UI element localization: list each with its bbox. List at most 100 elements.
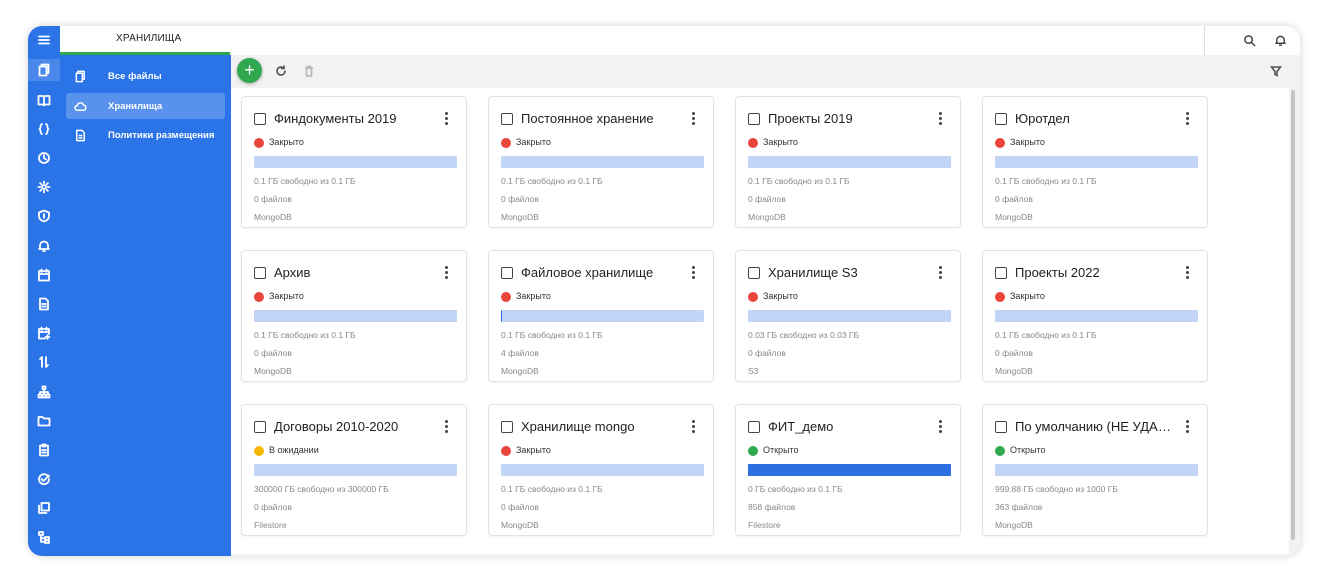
page-title: ХРАНИЛИЩА (116, 33, 182, 44)
storage-title: Хранилище S3 (768, 265, 858, 280)
tree-icon[interactable] (28, 526, 60, 548)
toolbar: + (231, 55, 1300, 88)
file-count: 0 файлов (501, 194, 539, 204)
capacity-text: 0.1 ГБ свободно из 0.1 ГБ (501, 176, 603, 186)
check-circle-icon[interactable] (28, 468, 60, 490)
storage-card[interactable]: Хранилище S3 Закрыто 0.03 ГБ свободно из 0… (735, 250, 961, 382)
bell-icon[interactable] (28, 235, 60, 257)
trash-icon[interactable] (301, 63, 317, 79)
scrollbar[interactable] (1290, 88, 1296, 554)
select-checkbox[interactable] (501, 421, 513, 433)
usage-bar (254, 156, 457, 168)
storage-card[interactable]: Проекты 2019 Закрыто 0.1 ГБ свободно из 0.… (735, 96, 961, 228)
select-checkbox[interactable] (501, 113, 513, 125)
transfer-icon[interactable] (28, 351, 60, 373)
storage-card[interactable]: Финдокументы 2019 Закрыто 0.1 ГБ свободно … (241, 96, 467, 228)
more-options-icon[interactable] (1185, 266, 1191, 280)
storage-card[interactable]: Архив Закрыто 0.1 ГБ свободно из 0.1 ГБ 0 ф… (241, 250, 467, 382)
status-label: Закрыто (763, 291, 798, 301)
more-options-icon[interactable] (938, 112, 944, 126)
more-options-icon[interactable] (444, 266, 450, 280)
cloud-icon (74, 101, 87, 111)
select-checkbox[interactable] (254, 267, 266, 279)
shield-icon[interactable] (28, 205, 60, 227)
more-options-icon[interactable] (691, 420, 697, 434)
select-checkbox[interactable] (254, 113, 266, 125)
more-options-icon[interactable] (691, 112, 697, 126)
more-options-icon[interactable] (938, 266, 944, 280)
clipboard-icon[interactable] (28, 439, 60, 461)
search-icon[interactable] (1240, 31, 1258, 49)
storage-title: Постоянное хранение (521, 111, 654, 126)
usage-bar (501, 156, 704, 168)
capacity-text: 0.1 ГБ свободно из 0.1 ГБ (748, 176, 850, 186)
gear-icon[interactable] (28, 176, 60, 198)
sidebar-item-storages[interactable]: Хранилища (66, 93, 225, 119)
top-bar: ХРАНИЛИЩА A (60, 26, 1300, 55)
sidebar-item-label: Все файлы (108, 70, 162, 82)
calendar-add-icon[interactable] (28, 322, 60, 344)
storage-backend: MongoDB (254, 212, 292, 222)
storage-backend: MongoDB (748, 212, 786, 222)
status-dot (748, 446, 758, 456)
sidebar-item-placement-policies[interactable]: Политики размещения (66, 122, 225, 148)
capacity-text: 0.03 ГБ свободно из 0.03 ГБ (748, 330, 860, 340)
file-count: 858 файлов (748, 502, 796, 512)
capacity-text: 0.1 ГБ свободно из 0.1 ГБ (501, 330, 603, 340)
more-options-icon[interactable] (1185, 420, 1191, 434)
add-button[interactable]: + (237, 58, 262, 83)
storage-card[interactable]: Договоры 2010-2020 В ожидании 300000 ГБ св… (241, 404, 467, 536)
select-checkbox[interactable] (501, 267, 513, 279)
usage-bar (748, 156, 951, 168)
documents-icon[interactable] (28, 59, 60, 81)
hierarchy-icon[interactable] (28, 381, 60, 403)
more-options-icon[interactable] (691, 266, 697, 280)
status-label: Открыто (1010, 445, 1046, 455)
storage-card[interactable]: Постоянное хранение Закрыто 0.1 ГБ свободн… (488, 96, 714, 228)
select-checkbox[interactable] (995, 113, 1007, 125)
scrollbar-thumb[interactable] (1291, 90, 1295, 540)
menu-icon[interactable] (28, 29, 60, 51)
usage-bar (748, 464, 951, 476)
storage-card[interactable]: Файловое хранилище Закрыто 0.1 ГБ свободно… (488, 250, 714, 382)
folder-icon[interactable] (28, 410, 60, 432)
storage-card[interactable]: Хранилище mongo Закрыто 0.1 ГБ свободно из… (488, 404, 714, 536)
copy-icon[interactable] (28, 497, 60, 519)
clock-icon[interactable] (28, 147, 60, 169)
status-label: Закрыто (516, 137, 551, 147)
files-icon (75, 70, 85, 82)
filter-icon[interactable] (1268, 63, 1284, 79)
select-checkbox[interactable] (254, 421, 266, 433)
calendar-icon[interactable] (28, 264, 60, 286)
storage-card[interactable]: По умолчанию (НЕ УДАЛЯТЬ) Открыто 999.88 Г… (982, 404, 1208, 536)
select-checkbox[interactable] (748, 267, 760, 279)
usage-bar (995, 464, 1198, 476)
braces-icon[interactable] (28, 118, 60, 140)
storage-card[interactable]: ФИТ_демо Открыто 0 ГБ свободно из 0.1 ГБ 85… (735, 404, 961, 536)
file-count: 0 файлов (748, 348, 786, 358)
refresh-icon[interactable] (273, 63, 289, 79)
more-options-icon[interactable] (444, 420, 450, 434)
file-count: 0 файлов (254, 502, 292, 512)
select-checkbox[interactable] (748, 113, 760, 125)
storage-card[interactable]: Проекты 2022 Закрыто 0.1 ГБ свободно из 0.… (982, 250, 1208, 382)
app-window: ХРАНИЛИЩА A Все файлы Хранилища Политики… (28, 26, 1300, 556)
select-checkbox[interactable] (995, 267, 1007, 279)
sidebar-item-label: Хранилища (108, 100, 163, 112)
capacity-text: 0.1 ГБ свободно из 0.1 ГБ (995, 330, 1097, 340)
storage-title: Проекты 2022 (1015, 265, 1100, 280)
storage-card[interactable]: Юротдел Закрыто 0.1 ГБ свободно из 0.1 ГБ 0… (982, 96, 1208, 228)
status-dot (254, 138, 264, 148)
more-options-icon[interactable] (1185, 112, 1191, 126)
usage-bar-fill (501, 310, 502, 322)
storage-backend: MongoDB (995, 520, 1033, 530)
storage-title: Проекты 2019 (768, 111, 853, 126)
file-icon[interactable] (28, 293, 60, 315)
bell-icon[interactable] (1271, 31, 1289, 49)
more-options-icon[interactable] (444, 112, 450, 126)
select-checkbox[interactable] (995, 421, 1007, 433)
book-open-icon[interactable] (28, 89, 60, 111)
more-options-icon[interactable] (938, 420, 944, 434)
sidebar-item-all-files[interactable]: Все файлы (66, 63, 225, 89)
select-checkbox[interactable] (748, 421, 760, 433)
